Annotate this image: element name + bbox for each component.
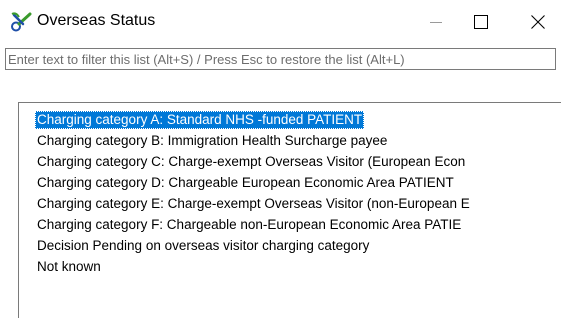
maximize-button[interactable] (458, 0, 504, 44)
filter-field[interactable] (5, 48, 556, 70)
list-item-label: Charging category F: Chargeable non-Euro… (37, 217, 462, 232)
list-item[interactable]: Charging category C: Charge-exempt Overs… (19, 151, 561, 172)
list-item[interactable]: Charging category F: Chargeable non-Euro… (19, 214, 561, 235)
minimize-button[interactable] (413, 0, 459, 44)
scissors-icon (11, 12, 32, 32)
list-item[interactable]: Charging category E: Charge-exempt Overs… (19, 193, 561, 214)
list-item[interactable]: Charging category B: Immigration Health … (19, 130, 561, 151)
overseas-status-window: Overseas Status Charging category A: Sta… (0, 0, 561, 318)
title-bar[interactable]: Overseas Status (0, 0, 561, 44)
minimize-icon (430, 22, 442, 23)
list-item-label: Decision Pending on overseas visitor cha… (37, 238, 370, 253)
overseas-status-list[interactable]: Charging category A: Standard NHS -funde… (18, 102, 561, 318)
list-item-selected[interactable]: Charging category A: Standard NHS -funde… (19, 109, 561, 130)
list-item[interactable]: Charging category D: Chargeable European… (19, 172, 561, 193)
close-button[interactable] (515, 0, 561, 44)
list-item-label: Charging category E: Charge-exempt Overs… (37, 196, 470, 211)
list-item[interactable]: Not known (19, 256, 561, 277)
filter-input[interactable] (6, 49, 555, 69)
list-item-label: Charging category C: Charge-exempt Overs… (37, 154, 466, 169)
close-icon (531, 15, 545, 29)
list-item-label: Not known (37, 259, 101, 274)
list-item-label: Charging category A: Standard NHS -funde… (35, 111, 365, 129)
maximize-icon (474, 15, 488, 29)
list-item[interactable]: Decision Pending on overseas visitor cha… (19, 235, 561, 256)
list-item-label: Charging category D: Chargeable European… (37, 175, 454, 190)
list-item-label: Charging category B: Immigration Health … (37, 133, 388, 148)
window-title: Overseas Status (37, 12, 156, 29)
